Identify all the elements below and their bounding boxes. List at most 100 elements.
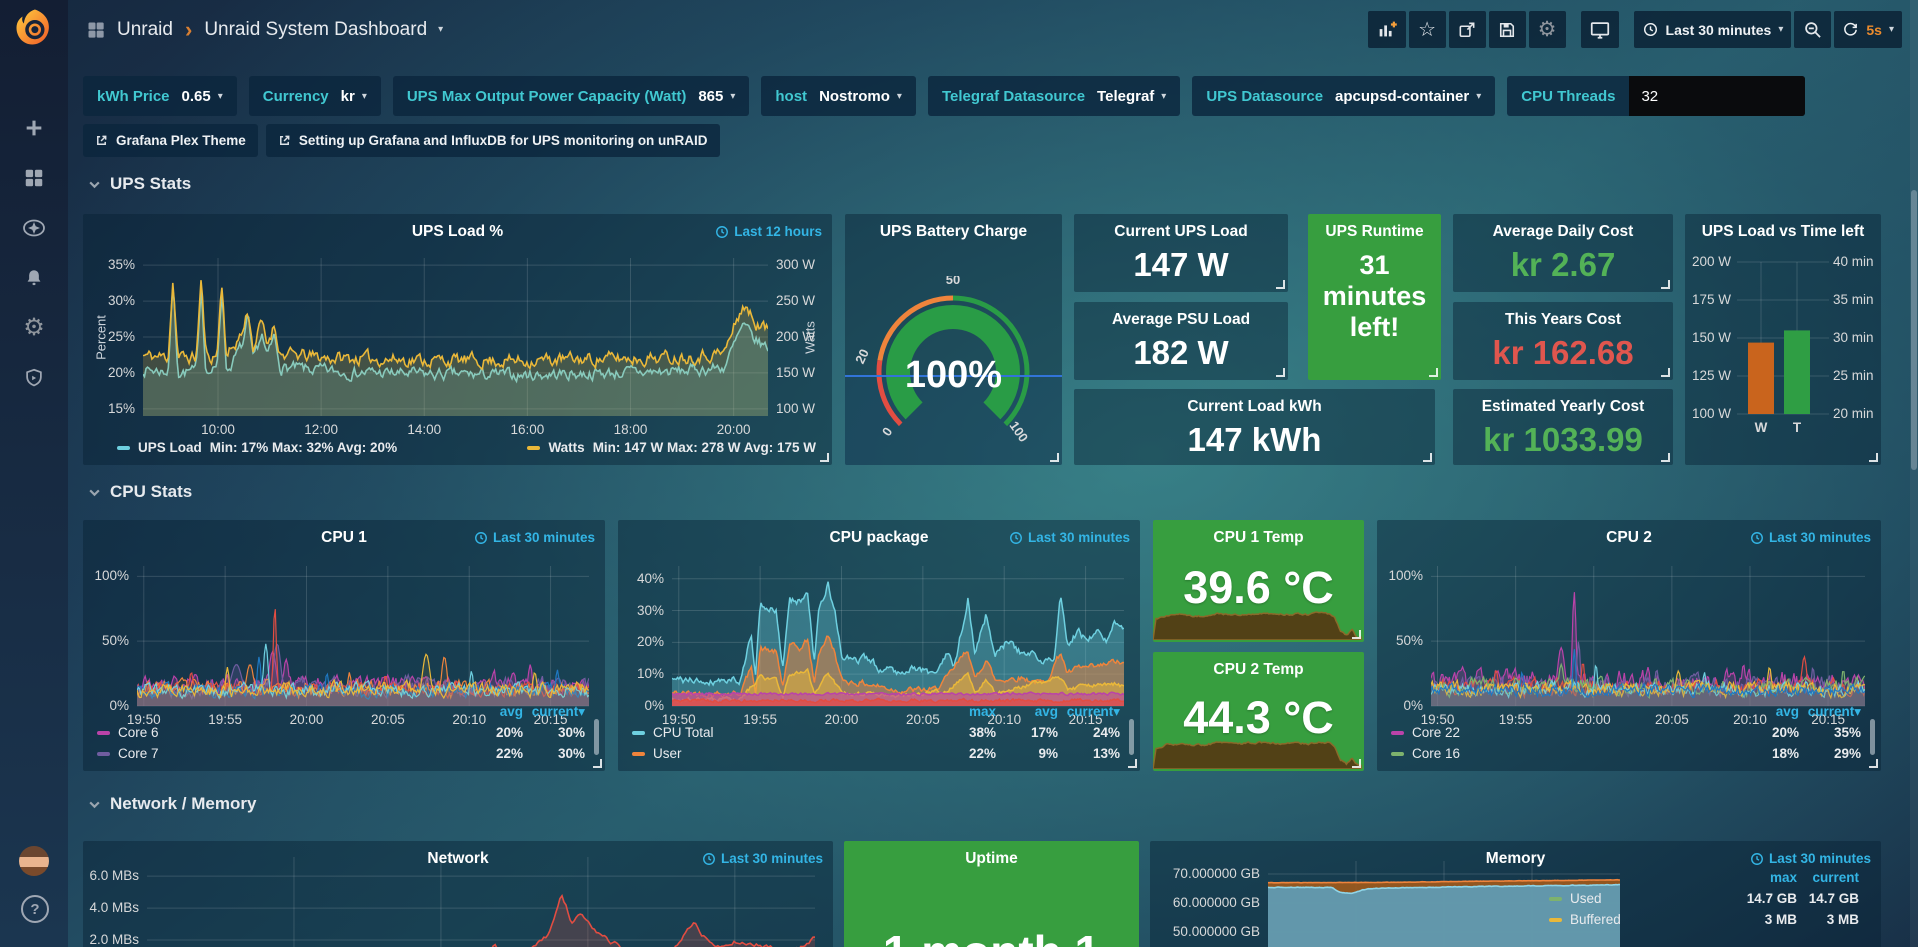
panel-title[interactable]: Estimated Yearly Cost <box>1453 398 1673 416</box>
panel-title[interactable]: CPU 2 Temp <box>1153 661 1364 679</box>
panel-title[interactable]: Average PSU Load <box>1074 311 1288 329</box>
zoom-out-button[interactable] <box>1794 11 1831 48</box>
section-network-memory[interactable]: Network / Memory <box>88 794 256 814</box>
time-override[interactable]: Last 30 minutes <box>1750 851 1871 866</box>
legend-column-current[interactable]: current▾ <box>523 704 585 720</box>
legend-series-name[interactable]: CPU Total <box>653 725 934 740</box>
variable-host[interactable]: hostNostromo▾ <box>761 76 916 116</box>
legend-series-name[interactable]: Core 6 <box>118 725 461 740</box>
legend-row: Core 620%30% <box>97 722 585 743</box>
configuration-gear-icon[interactable]: ⚙ <box>0 308 68 348</box>
save-dashboard-button[interactable] <box>1489 11 1526 48</box>
time-range-picker[interactable]: Last 30 minutes▾ <box>1634 11 1792 48</box>
variable-ups-max-output-power-capacity-watt-[interactable]: UPS Max Output Power Capacity (Watt)865▾ <box>393 76 750 116</box>
dashboard-link[interactable]: Setting up Grafana and InfluxDB for UPS … <box>266 124 720 157</box>
time-override[interactable]: Last 30 minutes <box>474 530 595 545</box>
legend-column-current[interactable]: current <box>1797 870 1859 885</box>
y-tick-label: 100% <box>1377 568 1423 583</box>
variable-input[interactable]: 32 <box>1629 76 1805 116</box>
resize-handle[interactable] <box>1423 453 1432 462</box>
resize-handle[interactable] <box>1128 759 1137 768</box>
help-icon[interactable]: ? <box>21 895 49 923</box>
time-override[interactable]: Last 30 minutes <box>1009 530 1130 545</box>
legend-column-avg[interactable]: avg <box>461 704 523 719</box>
add-panel-button[interactable] <box>1368 11 1406 48</box>
dashboard-link[interactable]: Grafana Plex Theme <box>83 124 258 157</box>
variable-value[interactable]: 0.65▾ <box>182 88 223 105</box>
variable-kwh-price[interactable]: kWh Price0.65▾ <box>83 76 237 116</box>
dashboards-grid-icon[interactable] <box>86 20 106 40</box>
resize-handle[interactable] <box>1661 280 1670 289</box>
variable-value[interactable]: 865▾ <box>698 88 735 105</box>
user-avatar[interactable] <box>19 846 49 876</box>
legend-column-avg[interactable]: avg <box>996 704 1058 719</box>
legend-column-avg[interactable]: avg <box>1737 704 1799 719</box>
breadcrumb-dashboard-title[interactable]: Unraid System Dashboard <box>204 19 427 41</box>
panel-title[interactable]: UPS Battery Charge <box>845 223 1062 241</box>
variable-value[interactable]: kr▾ <box>341 88 367 105</box>
panel-title[interactable]: Current UPS Load <box>1074 223 1288 241</box>
section-ups-stats[interactable]: UPS Stats <box>88 174 191 194</box>
time-override[interactable]: Last 12 hours <box>715 224 822 239</box>
panel-title[interactable]: CPU 1 Temp <box>1153 529 1364 547</box>
legend-series-name[interactable]: Core 7 <box>118 746 461 761</box>
variable-telegraf-datasource[interactable]: Telegraf DatasourceTelegraf▾ <box>928 76 1180 116</box>
server-admin-shield-icon[interactable] <box>0 358 68 398</box>
legend-column-max[interactable]: max <box>1735 870 1797 885</box>
legend-scrollbar[interactable] <box>594 719 599 755</box>
resize-handle[interactable] <box>820 453 829 462</box>
time-override[interactable]: Last 30 minutes <box>1750 530 1871 545</box>
explore-icon[interactable] <box>0 208 68 248</box>
variable-value[interactable]: Telegraf▾ <box>1097 88 1166 105</box>
resize-handle[interactable] <box>1869 453 1878 462</box>
panel-title[interactable]: This Years Cost <box>1453 311 1673 329</box>
resize-handle[interactable] <box>1276 368 1285 377</box>
scrollbar-thumb[interactable] <box>1911 190 1917 470</box>
refresh-picker[interactable]: 5s▾ <box>1834 11 1902 48</box>
breadcrumb-folder[interactable]: Unraid <box>117 19 173 41</box>
panel-title[interactable]: UPS Load vs Time left <box>1685 223 1881 241</box>
create-icon[interactable] <box>0 108 68 148</box>
legend-series-name[interactable]: Core 16 <box>1412 746 1737 761</box>
section-cpu-stats[interactable]: CPU Stats <box>88 482 192 502</box>
legend-series-name[interactable]: UPS Load <box>138 440 202 455</box>
legend-scrollbar[interactable] <box>1129 719 1134 755</box>
tv-mode-button[interactable] <box>1581 11 1619 48</box>
legend-scrollbar[interactable] <box>1870 719 1875 755</box>
grafana-logo-icon[interactable] <box>13 6 55 48</box>
panel-title[interactable]: Current Load kWh <box>1074 398 1435 416</box>
variable-value[interactable]: Nostromo▾ <box>819 88 902 105</box>
resize-handle[interactable] <box>1661 368 1670 377</box>
alerting-bell-icon[interactable] <box>0 258 68 298</box>
page-scrollbar[interactable] <box>1910 0 1918 947</box>
variable-cpu-threads[interactable]: CPU Threads32 <box>1507 76 1805 116</box>
dashboard-settings-button[interactable]: ⚙ <box>1529 11 1566 48</box>
resize-handle[interactable] <box>1352 759 1361 768</box>
variable-value[interactable]: apcupsd-container▾ <box>1335 88 1481 105</box>
legend-series-name[interactable]: Core 22 <box>1412 725 1737 740</box>
panel-title[interactable]: Uptime <box>844 850 1139 868</box>
resize-handle[interactable] <box>1276 280 1285 289</box>
resize-handle[interactable] <box>1869 759 1878 768</box>
time-override[interactable]: Last 30 minutes <box>702 851 823 866</box>
panel-title[interactable]: Average Daily Cost <box>1453 223 1673 241</box>
star-dashboard-button[interactable]: ☆ <box>1409 11 1446 48</box>
variable-ups-datasource[interactable]: UPS Datasourceapcupsd-container▾ <box>1192 76 1495 116</box>
dashboards-icon[interactable] <box>0 158 68 198</box>
variable-currency[interactable]: Currencykr▾ <box>249 76 381 116</box>
resize-handle[interactable] <box>1429 368 1438 377</box>
legend-series-name[interactable]: Used <box>1570 891 1735 906</box>
resize-handle[interactable] <box>1352 630 1361 639</box>
resize-handle[interactable] <box>1661 453 1670 462</box>
legend-series-name[interactable]: User <box>653 746 934 761</box>
legend-series-name[interactable]: Buffered <box>1570 912 1735 927</box>
panel-title[interactable]: UPS Runtime <box>1308 223 1441 241</box>
legend-column-max[interactable]: max <box>934 704 996 719</box>
resize-handle[interactable] <box>1050 453 1059 462</box>
legend-column-current[interactable]: current▾ <box>1058 704 1120 720</box>
share-dashboard-button[interactable] <box>1449 11 1486 48</box>
dashboard-caret-icon[interactable]: ▾ <box>438 24 443 35</box>
legend-column-current[interactable]: current▾ <box>1799 704 1861 720</box>
resize-handle[interactable] <box>593 759 602 768</box>
legend-series-name[interactable]: Watts <box>548 440 584 455</box>
